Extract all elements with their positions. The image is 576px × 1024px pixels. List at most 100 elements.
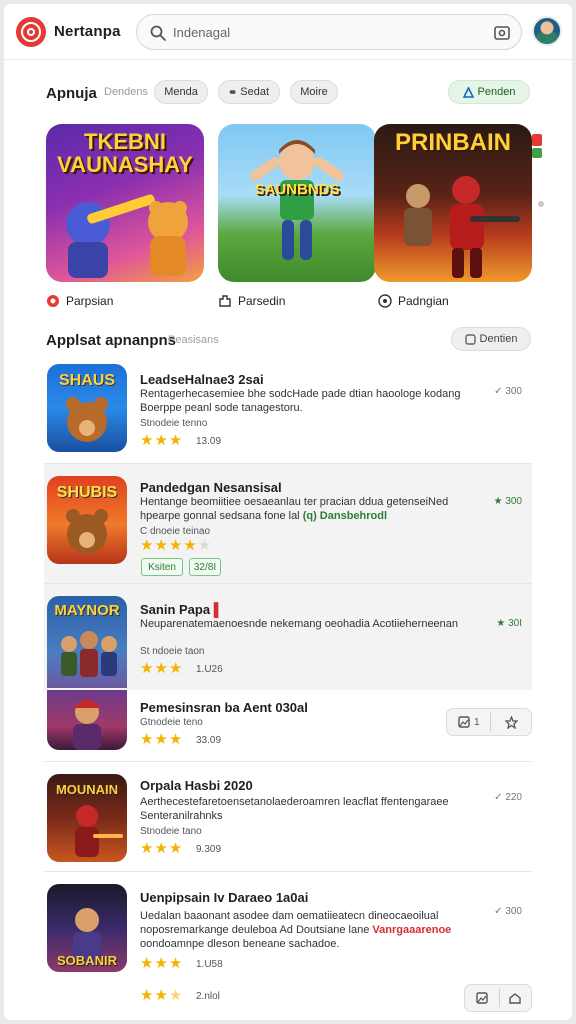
- featured-caption-1[interactable]: Parpsian: [46, 294, 113, 308]
- filter-icon: [464, 333, 476, 345]
- side-stat: ✓ 300: [494, 906, 522, 917]
- list-item[interactable]: MAYNOR Sanin Papa ▌ Neuparenatemaenoesnd…: [44, 584, 532, 690]
- filter-chip-2[interactable]: Sedat: [218, 80, 280, 104]
- description-highlight: Vanrgaaarenoe: [372, 924, 452, 936]
- tag-badge[interactable]: Ksiten: [141, 558, 183, 576]
- featured-art: [66, 194, 188, 278]
- app-title: Sanin Papa ▌: [140, 602, 223, 617]
- app-thumbnail[interactable]: [47, 690, 127, 750]
- app-title: LeadseHalnae3 2sai: [140, 372, 264, 387]
- row-actions: 1: [446, 708, 532, 736]
- chip-label: Menda: [164, 86, 198, 98]
- app-thumbnail[interactable]: MAYNOR: [47, 596, 127, 688]
- favorite-button[interactable]: [491, 709, 531, 735]
- description-text: Hentange beomiitiee oesaeanlau ter praci…: [140, 496, 449, 522]
- characters-art: [61, 631, 117, 677]
- user-avatar[interactable]: [532, 16, 562, 46]
- rating-count: 1.U58: [196, 959, 223, 970]
- featured-art: [404, 176, 520, 278]
- app-title: Pandedgan Nesansisal: [140, 480, 282, 495]
- camera-search-icon[interactable]: [493, 24, 511, 42]
- rating-count: 33.09: [196, 735, 222, 746]
- image-icon: [476, 992, 488, 1004]
- description-tail: oondoamnpe dleson beneane sachadoe.: [140, 938, 340, 950]
- filter-action-button[interactable]: Penden: [448, 80, 530, 104]
- side-stat-value: 300: [505, 496, 522, 507]
- star-rating: ★★★★★: [140, 537, 213, 554]
- app-thumbnail[interactable]: SHAUS: [47, 364, 127, 452]
- section-label: Apnuja: [46, 85, 97, 102]
- save-button[interactable]: 1: [447, 709, 490, 735]
- bottom-actions: [464, 984, 532, 1012]
- app-window: Nertanpa Indenagal Apnuja Dendens Menda …: [4, 4, 572, 1020]
- list-item[interactable]: SOBANIR Uenpipsain Iv Daraeo 1a0ai Uedal…: [44, 872, 532, 980]
- filter-chip-3[interactable]: Moire: [290, 80, 338, 104]
- image-button[interactable]: [465, 985, 499, 1011]
- side-stat-value: 30I: [508, 618, 522, 629]
- section-sub-label: Dendens: [104, 86, 149, 98]
- list-item[interactable]: MOUNAIN Orpala Hasbi 2020 Aerthecestefar…: [44, 762, 532, 872]
- featured-carousel: TKEBNI VAUNASHAY Parpsian SAUNBNDS Parse…: [4, 124, 572, 324]
- caption-label: Parpsian: [66, 294, 114, 308]
- list-item[interactable]: SHUBIS Pandedgan Nesansisal Hentange beo…: [44, 464, 532, 584]
- filter-chip-1[interactable]: Menda: [154, 80, 208, 104]
- character-art: [73, 700, 101, 750]
- featured-card-1[interactable]: TKEBNI VAUNASHAY: [46, 124, 204, 282]
- list-filter-button[interactable]: Dentien: [451, 327, 531, 351]
- app-title: Uenpipsain Iv Daraeo 1a0ai: [140, 890, 309, 905]
- list-item[interactable]: SHAUS LeadseHalnae3 2sai Rentagerhecasem…: [44, 356, 532, 464]
- featured-card-3[interactable]: PRINBAIN: [374, 124, 532, 282]
- app-description: Aerthecestefaretoensetanolaederoamren le…: [140, 796, 449, 822]
- app-meta: Stnodeie tenno: [140, 418, 208, 429]
- list-item[interactable]: Pemesinsran ba Aent 030al Gtnodeie teno …: [44, 690, 532, 762]
- carousel-next-dot[interactable]: [538, 201, 544, 207]
- side-stat: ★ 300: [493, 496, 522, 507]
- chip-label: Penden: [477, 86, 516, 98]
- star-rating: ★★★: [140, 987, 184, 1004]
- marker-icon: ▌: [213, 602, 223, 617]
- featured-caption-3[interactable]: Padngian: [378, 294, 449, 308]
- status-badge: [532, 148, 542, 158]
- star-rating: ★★★: [140, 432, 184, 449]
- app-meta: St ndoeie taon: [140, 646, 205, 657]
- app-thumbnail[interactable]: MOUNAIN: [47, 774, 127, 862]
- puzzle-icon: [219, 295, 231, 307]
- search-icon: [150, 25, 166, 41]
- list-header: Applsat apnanpns Peasisans Dentien: [4, 326, 572, 356]
- side-stat: ✓ 220: [494, 792, 522, 803]
- share-button[interactable]: [499, 985, 531, 1011]
- filter-row: Apnuja Dendens Menda Sedat Moire Penden: [4, 78, 572, 106]
- brand-icon: [47, 295, 59, 307]
- tag-badge[interactable]: 32/8I: [189, 558, 221, 576]
- title-text: Sanin Papa: [140, 602, 211, 617]
- caption-label: Padngian: [398, 294, 449, 308]
- chip-label: Sedat: [240, 86, 269, 98]
- app-title: Orpala Hasbi 2020: [140, 778, 253, 793]
- app-meta: Stnodeie tano: [140, 826, 202, 837]
- rating-count: 1.U26: [196, 664, 223, 675]
- brand-logo-icon[interactable]: [16, 17, 46, 47]
- featured-title-art: SAUNBNDS: [254, 181, 340, 198]
- chip-label: Moire: [300, 86, 328, 98]
- app-meta: Gtnodeie teno: [140, 717, 203, 728]
- rating-count: 2.nlol: [196, 991, 220, 1002]
- featured-caption-2[interactable]: Parsedin: [218, 294, 285, 308]
- app-description: Uedalan baaonant asodee dam oematiieatec…: [140, 909, 480, 951]
- rating-count: 13.09: [196, 436, 222, 447]
- gamepad-icon: [229, 90, 236, 94]
- search-input[interactable]: Indenagal: [173, 25, 230, 40]
- star-rating: ★★★: [140, 955, 184, 972]
- rating-count: 9.309: [196, 844, 222, 855]
- side-stat-value: 300: [505, 906, 522, 917]
- list-button-label: Dentien: [479, 333, 518, 345]
- featured-card-2[interactable]: SAUNBNDS: [218, 124, 376, 282]
- side-stat-value: 300: [505, 386, 522, 397]
- caption-label: Parsedin: [238, 294, 286, 308]
- app-description: Hentange beomiitiee oesaeanlau ter praci…: [140, 495, 480, 523]
- search-bar[interactable]: Indenagal: [136, 14, 522, 50]
- app-thumbnail[interactable]: SOBANIR: [47, 884, 127, 972]
- share-icon: [509, 993, 521, 1004]
- app-thumbnail[interactable]: SHUBIS: [47, 476, 127, 564]
- new-badge: [532, 134, 542, 146]
- app-name: Nertanpa: [54, 23, 121, 40]
